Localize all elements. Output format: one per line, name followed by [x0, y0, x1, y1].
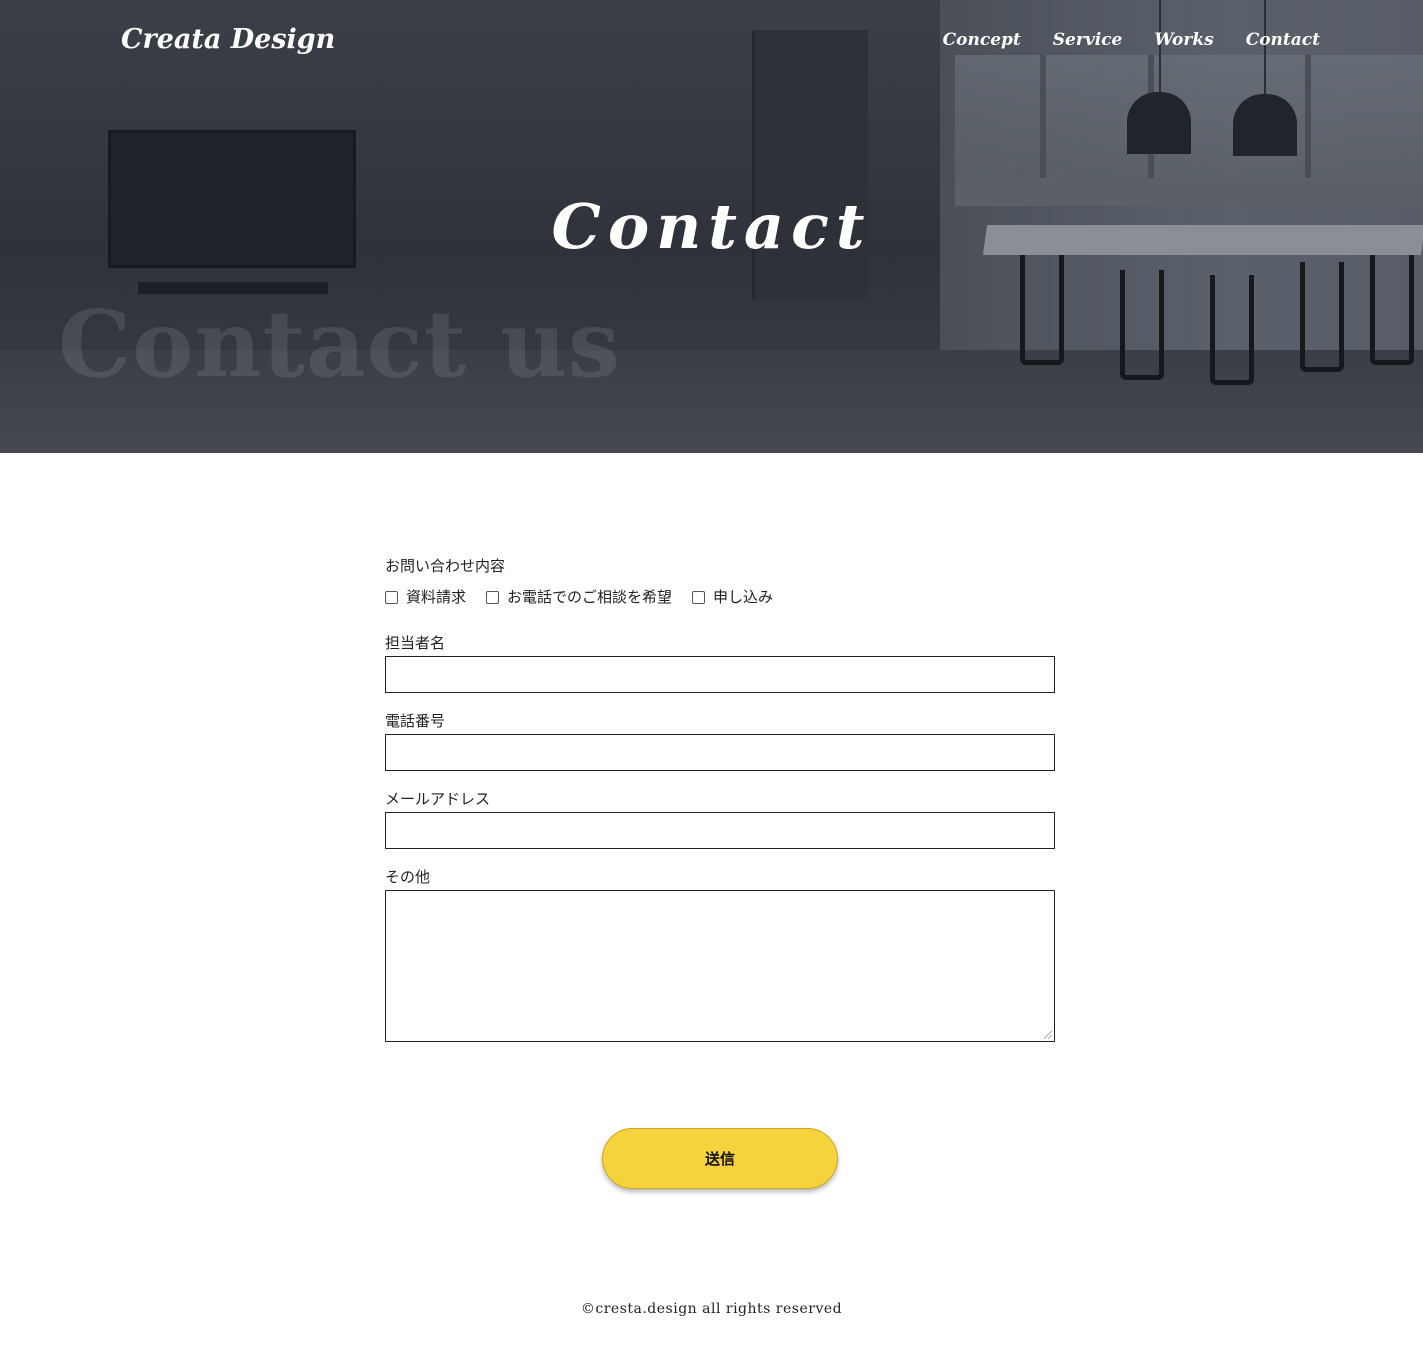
hero-section: Contact us Contact: [0, 0, 1423, 453]
hero-window-frame: [1305, 55, 1311, 185]
pendant-lamp: [1127, 92, 1191, 154]
email-field-group: メールアドレス: [385, 789, 1055, 849]
hero-background-chair: [1120, 270, 1164, 380]
footer-copyright: ©cresta.design all rights reserved: [580, 1301, 843, 1317]
contact-form: お問い合わせ内容 資料請求 お電話でのご相談を希望 申し込み 担当者名 電話番号…: [385, 556, 1055, 1042]
checkbox[interactable]: [486, 590, 500, 604]
name-label: 担当者名: [385, 634, 446, 652]
other-field-group: その他: [385, 867, 1055, 1042]
checkbox[interactable]: [385, 590, 398, 604]
checkbox[interactable]: [692, 590, 706, 604]
site-logo[interactable]: Creata Design: [121, 24, 335, 55]
submit-button[interactable]: 送信: [602, 1128, 838, 1189]
option-label: お電話でのご相談を希望: [507, 588, 673, 606]
email-label: メールアドレス: [385, 790, 491, 808]
phone-label: 電話番号: [385, 712, 446, 730]
pendant-lamp: [1233, 94, 1297, 156]
hero-background-chair: [1370, 255, 1414, 365]
other-textarea[interactable]: [385, 890, 1055, 1042]
option-application[interactable]: 申し込み: [692, 587, 773, 607]
hero-background-chair: [1300, 262, 1344, 372]
nav-item-works[interactable]: Works: [1154, 30, 1213, 50]
option-document-request[interactable]: 資料請求: [385, 587, 466, 607]
resize-handle-icon[interactable]: [1044, 1031, 1052, 1039]
option-label: 申し込み: [713, 588, 774, 606]
name-input[interactable]: [385, 656, 1055, 693]
option-label: 資料請求: [406, 588, 467, 606]
other-label: その他: [385, 868, 431, 886]
main-nav: Concept Service Works Contact: [943, 30, 1320, 50]
nav-item-service[interactable]: Service: [1053, 30, 1123, 50]
inquiry-options: 資料請求 お電話でのご相談を希望 申し込み: [385, 587, 1055, 607]
email-input[interactable]: [385, 812, 1055, 849]
hero-background-chair: [1020, 255, 1064, 365]
page-title: Contact: [551, 190, 872, 263]
phone-input[interactable]: [385, 734, 1055, 771]
phone-field-group: 電話番号: [385, 711, 1055, 771]
nav-item-contact[interactable]: Contact: [1246, 30, 1320, 50]
hero-background-word: Contact us: [58, 290, 621, 398]
name-field-group: 担当者名: [385, 633, 1055, 693]
hero-window-frame: [1040, 55, 1046, 185]
inquiry-label: お問い合わせ内容: [385, 557, 506, 575]
option-phone-consultation[interactable]: お電話でのご相談を希望: [486, 587, 672, 607]
hero-background-chair: [1210, 275, 1254, 385]
nav-item-concept[interactable]: Concept: [943, 30, 1021, 50]
